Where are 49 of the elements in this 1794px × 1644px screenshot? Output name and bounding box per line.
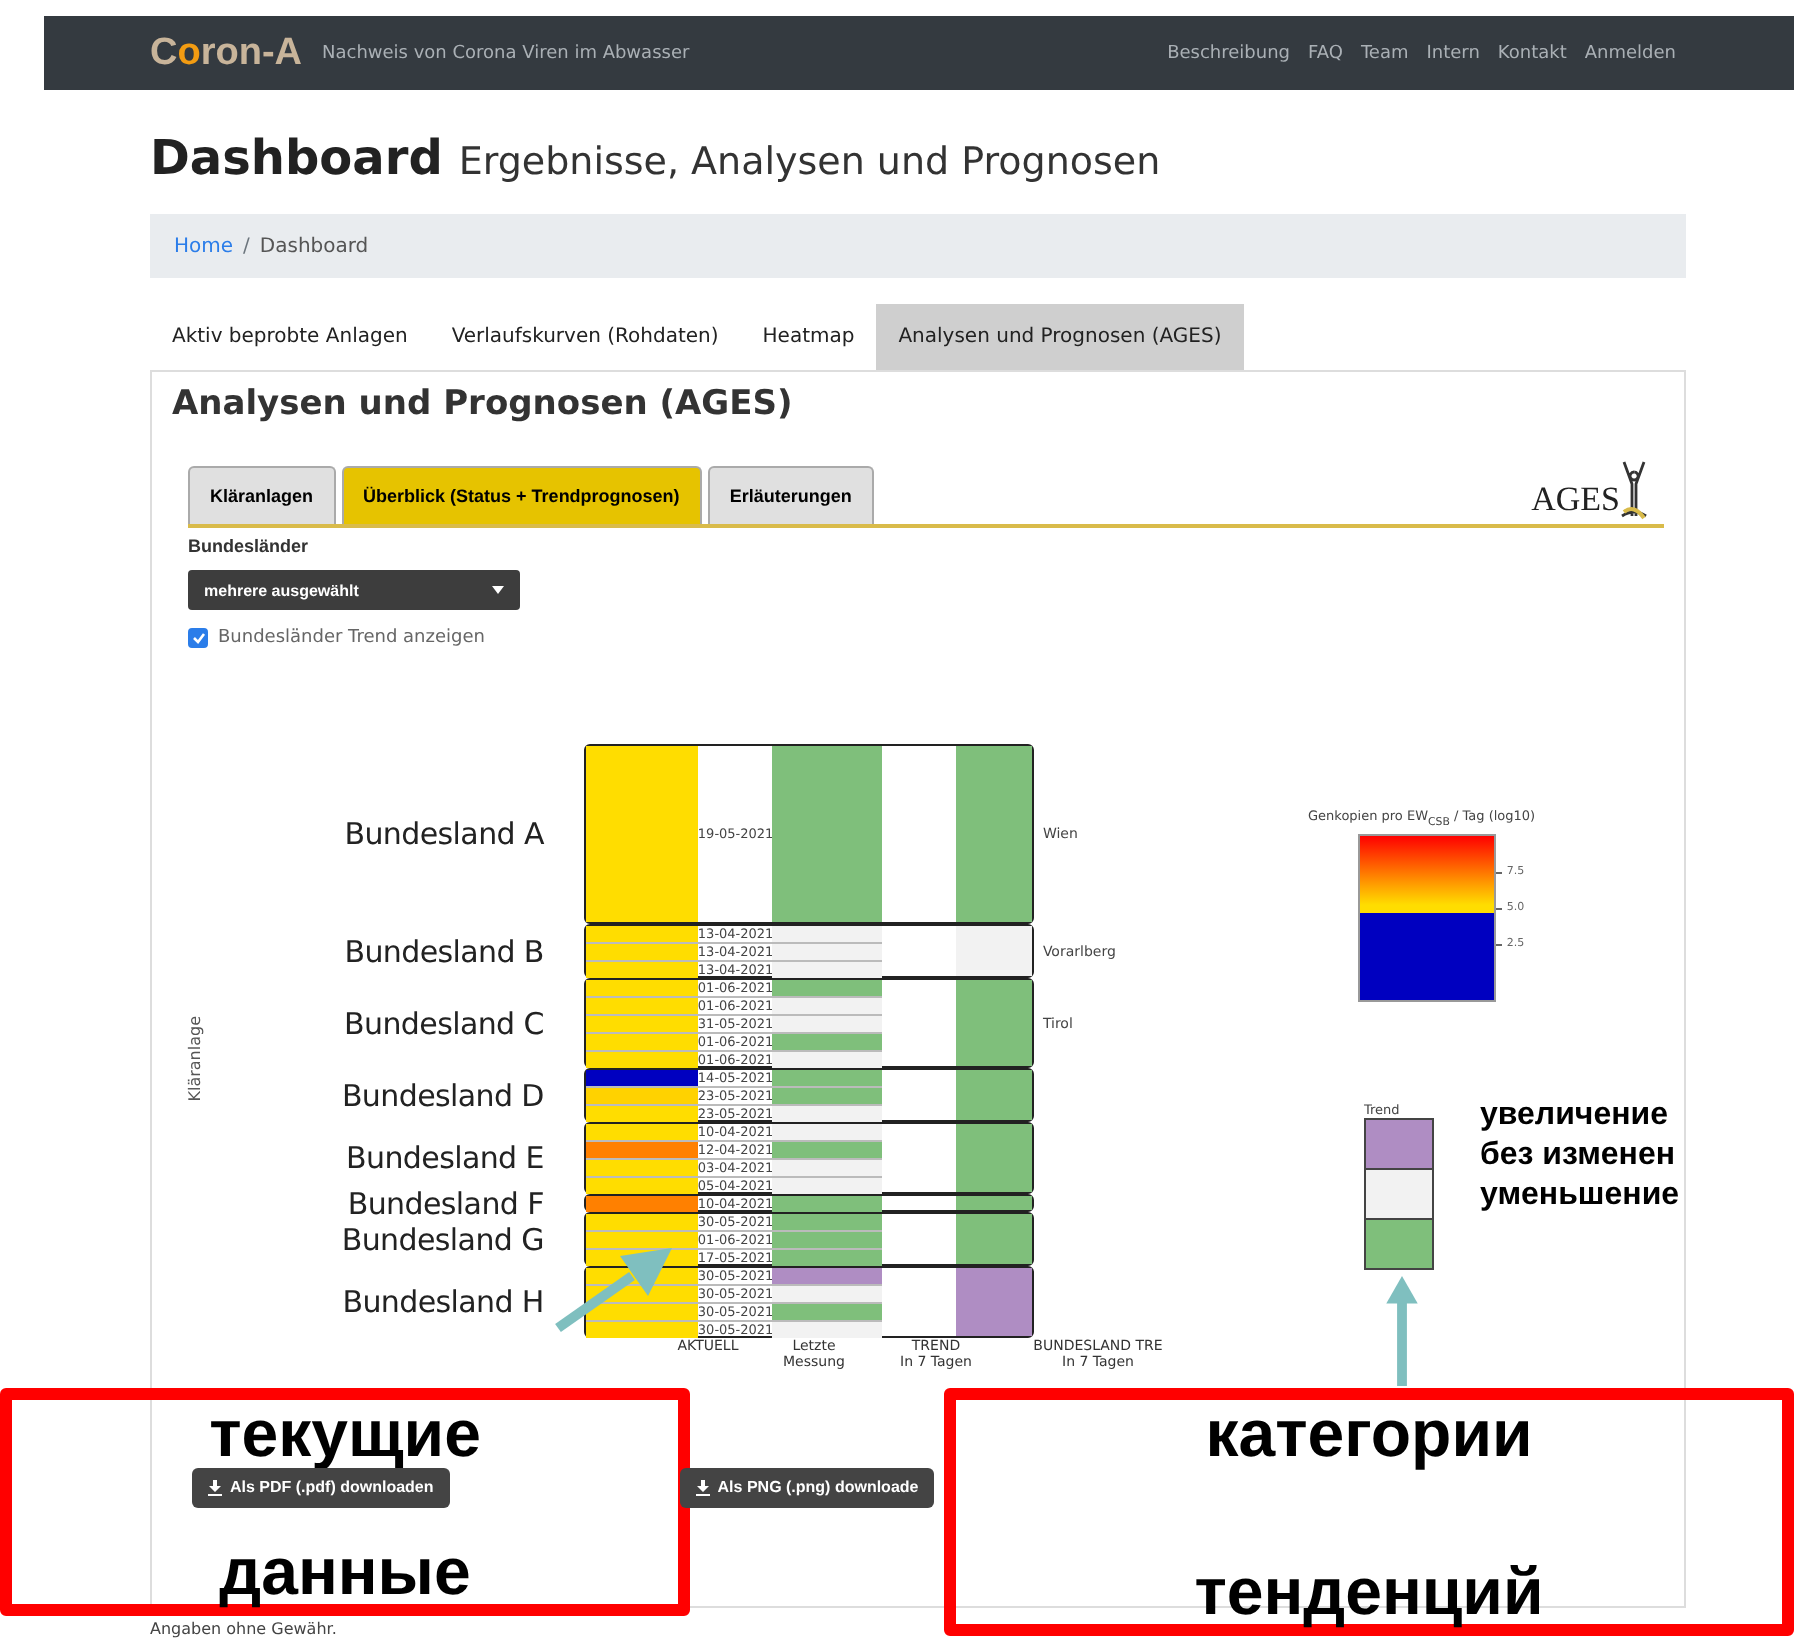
nav-link[interactable]: Intern	[1426, 43, 1480, 63]
tab[interactable]: Analysen und Prognosen (AGES)	[876, 304, 1244, 370]
annotation-label: уменьшение	[1480, 1176, 1680, 1216]
group-label: Bundesland C	[342, 1003, 546, 1045]
tagline: Nachweis von Corona Viren im Abwasser	[322, 43, 692, 63]
group-label: Bundesland D	[339, 1075, 546, 1117]
caret-icon	[492, 586, 504, 594]
annotation-text: текущие	[209, 1400, 481, 1466]
annotation-text: категории	[1205, 1400, 1533, 1466]
page-title: Dashboard	[150, 130, 443, 186]
group-label: Bundesland H	[340, 1282, 546, 1324]
subtab[interactable]: Kläranlagen	[188, 466, 336, 524]
annotation-label: увеличение	[1480, 1096, 1671, 1136]
axis-label: Kläranlage	[185, 1015, 203, 1101]
logo[interactable]: Coron-A	[150, 31, 302, 75]
nav-link[interactable]: Anmelden	[1584, 43, 1676, 63]
dropdown[interactable]: mehrere ausgewählt	[188, 570, 520, 610]
download-button[interactable]: Als PNG (.png) downloade	[679, 1467, 935, 1508]
nav-link[interactable]: FAQ	[1308, 43, 1343, 63]
nav-link[interactable]: Team	[1360, 43, 1409, 63]
filter-label: Bundesländer	[188, 536, 311, 556]
tab[interactable]: Verlaufskurven (Rohdaten)	[429, 304, 741, 370]
group-label: Bundesland E	[344, 1138, 546, 1180]
group-label: Bundesland A	[342, 814, 546, 856]
annotation-text: тенденций	[1194, 1558, 1544, 1624]
figure-icon	[1620, 460, 1648, 520]
checkbox-label: Bundesländer Trend anzeigen	[218, 628, 485, 648]
tab[interactable]: Aktiv beprobte Anlagen	[150, 304, 430, 370]
nav-link[interactable]: Kontakt	[1497, 43, 1567, 63]
download-button[interactable]: Als PDF (.pdf) downloaden	[192, 1467, 450, 1508]
download-icon	[695, 1479, 710, 1496]
subtab[interactable]: Überblick (Status + Trendprognosen)	[341, 466, 702, 524]
download-icon	[208, 1479, 222, 1496]
annotation-label: без изменен	[1480, 1136, 1678, 1176]
subtab[interactable]: Erläuterungen	[707, 466, 874, 524]
panel-title: Analysen und Prognosen (AGES)	[172, 384, 795, 424]
breadcrumb-separator: /	[243, 235, 250, 257]
page-subtitle: Ergebnisse, Analysen und Prognosen	[458, 140, 1161, 184]
breadcrumb-current: Dashboard	[259, 235, 369, 257]
checkbox[interactable]	[188, 628, 208, 648]
tab[interactable]: Heatmap	[740, 304, 877, 370]
annotation-text: данные	[219, 1538, 471, 1604]
group-label: Bundesland F	[345, 1194, 546, 1212]
annotation-arrow	[1384, 1272, 1420, 1386]
ages-logo-text: AGES	[1531, 480, 1620, 520]
group-label: Bundesland B	[342, 931, 546, 973]
nav-link[interactable]: Beschreibung	[1167, 43, 1291, 63]
disclaimer: Angaben ohne Gewähr.	[150, 1620, 339, 1638]
group-label: Bundesland G	[339, 1219, 546, 1261]
